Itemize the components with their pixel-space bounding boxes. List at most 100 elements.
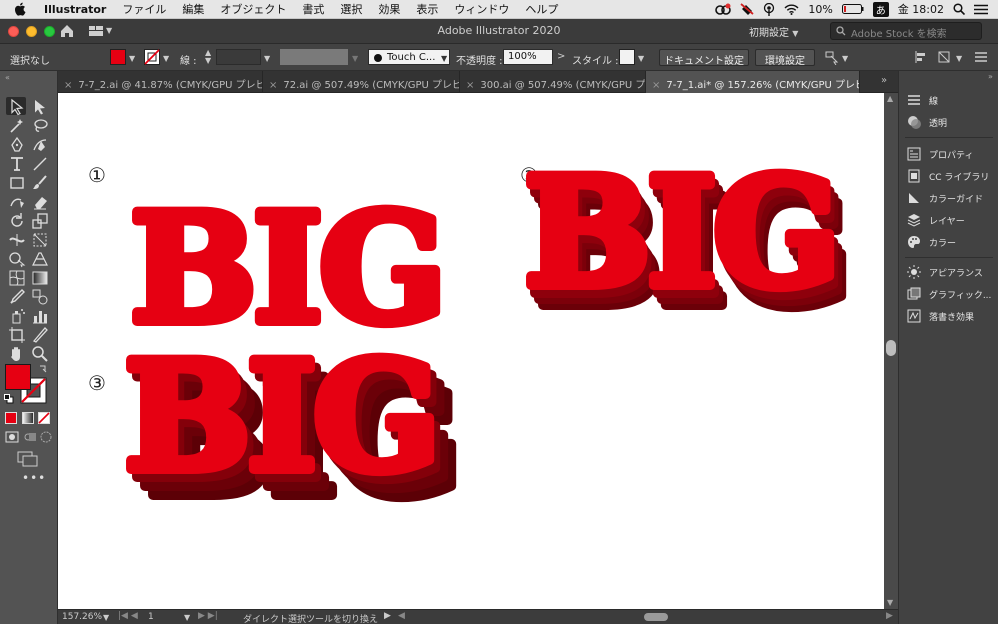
scale-tool-icon[interactable] (31, 212, 49, 230)
document-setup-button[interactable]: ドキュメント設定 (659, 49, 749, 67)
menu-file[interactable]: ファイル (114, 1, 174, 17)
panel-appearance[interactable]: アピアランス (899, 261, 998, 283)
vertical-scrollbar[interactable]: ▲ ▼ (884, 93, 898, 609)
mesh-tool-icon[interactable] (8, 269, 26, 287)
panel-stroke[interactable]: 線 (899, 89, 998, 111)
opacity-input[interactable]: 100% (503, 49, 553, 65)
tab-7-7_2[interactable]: × 7-7_2.ai @ 41.87% (CMYK/GPU プレビ... (58, 71, 263, 93)
big-extruded-artwork[interactable]: BIG BIG BIG BIG (519, 140, 858, 346)
panel-graphic-styles[interactable]: グラフィック... (899, 283, 998, 305)
graphic-style-swatch[interactable] (619, 49, 635, 65)
stroke-weight-stepper[interactable]: ▲ ▼ (205, 49, 211, 65)
zoom-dropdown-chevron[interactable]: ▼ (103, 613, 109, 622)
swap-fill-stroke-icon[interactable] (38, 364, 48, 374)
type-tool-icon[interactable] (8, 155, 26, 173)
vertical-scroll-thumb[interactable] (886, 340, 896, 356)
curvature-tool-icon[interactable] (31, 136, 49, 154)
scroll-up-arrow[interactable]: ▲ (887, 94, 893, 103)
arrange-documents-icon[interactable] (89, 26, 103, 36)
next-artboard-button[interactable]: ▶ ▶| (198, 611, 218, 621)
menubar-clock[interactable]: 金 18:02 (898, 1, 944, 17)
opacity-label[interactable]: 不透明度 : (456, 52, 503, 67)
menu-edit[interactable]: 編集 (174, 1, 212, 17)
eraser-tool-icon[interactable] (31, 193, 49, 211)
scroll-down-arrow[interactable]: ▼ (887, 598, 893, 607)
gradient-mode-icon[interactable] (22, 412, 34, 424)
input-method-badge[interactable]: あ (872, 1, 889, 17)
close-tab-icon[interactable]: × (64, 80, 72, 91)
panel-properties[interactable]: プロパティ (899, 143, 998, 165)
select-similar-icon[interactable] (825, 51, 839, 65)
menu-view[interactable]: 表示 (408, 1, 446, 17)
draw-inside-icon[interactable] (39, 431, 53, 443)
artboard-dropdown-chevron[interactable]: ▼ (184, 613, 190, 622)
align-icon[interactable] (914, 50, 928, 64)
artboard-number[interactable]: 1 (148, 612, 154, 622)
fill-color-swatch[interactable] (110, 49, 126, 65)
panel-cc-libraries[interactable]: CC ライブラリ (899, 165, 998, 187)
close-tab-icon[interactable]: × (466, 80, 474, 91)
close-window-button[interactable] (8, 26, 19, 37)
hand-tool-icon[interactable] (8, 345, 26, 363)
variable-width-profile[interactable] (280, 49, 348, 65)
draw-behind-icon[interactable] (23, 431, 37, 443)
perspective-grid-tool-icon[interactable] (31, 250, 49, 268)
spotlight-search-icon[interactable] (953, 3, 965, 15)
tabs-overflow-icon[interactable]: » (881, 75, 887, 86)
style-chevron[interactable]: ▼ (638, 54, 644, 63)
control-bar-menu-icon[interactable] (975, 52, 987, 62)
battery-icon[interactable] (841, 4, 864, 14)
paintbrush-tool-icon[interactable] (31, 174, 49, 192)
edit-toolbar-icon[interactable]: ••• (22, 471, 46, 485)
panel-scribble[interactable]: 落書き効果 (899, 305, 998, 327)
fill-dropdown-chevron[interactable]: ▼ (129, 54, 135, 63)
screen-mode-icon[interactable] (17, 451, 39, 467)
lasso-tool-icon[interactable] (31, 117, 49, 135)
draw-normal-icon[interactable] (5, 431, 19, 443)
artboard-tool-icon[interactable] (8, 326, 26, 344)
panel-transparency[interactable]: 透明 (899, 111, 998, 133)
slice-tool-icon[interactable] (31, 326, 49, 344)
first-artboard-button[interactable]: |◀ ◀ (118, 611, 138, 621)
menu-effect[interactable]: 効果 (370, 1, 408, 17)
stroke-dropdown-chevron[interactable]: ▼ (163, 54, 169, 63)
workspace-switcher[interactable]: 初期設定 ▼ (749, 24, 798, 39)
apple-icon[interactable] (14, 2, 26, 16)
zoom-tool-icon[interactable] (31, 345, 49, 363)
big-perspective-artwork[interactable]: BIG BIG BIG BIG (119, 324, 468, 536)
blend-tool-icon[interactable] (31, 288, 49, 306)
brush-chevron[interactable]: ▼ (441, 54, 447, 63)
wifi-icon[interactable] (784, 4, 799, 15)
magic-wand-tool-icon[interactable] (8, 117, 26, 135)
close-tab-icon[interactable]: × (269, 80, 277, 91)
free-transform-tool-icon[interactable] (31, 231, 49, 249)
profile-chevron[interactable]: ▼ (352, 54, 358, 63)
gradient-tool-icon[interactable] (31, 269, 49, 287)
menu-object[interactable]: オブジェクト (212, 1, 294, 17)
panel-color[interactable]: カラー (899, 231, 998, 253)
panel-color-guide[interactable]: カラーガイド (899, 187, 998, 209)
airdrop-icon[interactable] (763, 2, 775, 16)
menu-app-name[interactable]: Illustrator (36, 3, 114, 16)
stroke-none-swatch-icon[interactable] (144, 49, 160, 65)
shape-builder-tool-icon[interactable] (8, 250, 26, 268)
menu-select[interactable]: 選択 (332, 1, 370, 17)
brush-definition-dropdown[interactable]: Touch C... (368, 49, 450, 65)
symbol-sprayer-tool-icon[interactable] (8, 307, 26, 325)
menu-type[interactable]: 書式 (294, 1, 332, 17)
color-mode-button[interactable] (5, 412, 17, 424)
tab-7-7_1-active[interactable]: × 7-7_1.ai* @ 157.26% (CMYK/GPU プレビュー) (646, 71, 860, 93)
shaper-tool-icon[interactable] (8, 193, 26, 211)
transform-chevron[interactable]: ▼ (956, 54, 962, 63)
preferences-button[interactable]: 環境設定 (755, 49, 815, 67)
rotate-tool-icon[interactable] (8, 212, 26, 230)
minimize-window-button[interactable] (26, 26, 37, 37)
select-similar-chevron[interactable]: ▼ (842, 54, 848, 63)
tab-72[interactable]: × 72.ai @ 507.49% (CMYK/GPU プレビュ... (263, 71, 460, 93)
fill-color-front[interactable] (5, 364, 31, 390)
zoom-level[interactable]: 157.26% (62, 612, 102, 622)
collapse-toolbar-icon[interactable]: « (5, 73, 10, 82)
transform-icon[interactable] (937, 50, 951, 64)
artboard-canvas[interactable]: ① ② ③ BIG BIG BIG BIG BIG BIG BIG BIG BI… (58, 93, 884, 609)
close-tab-icon[interactable]: × (652, 80, 660, 91)
